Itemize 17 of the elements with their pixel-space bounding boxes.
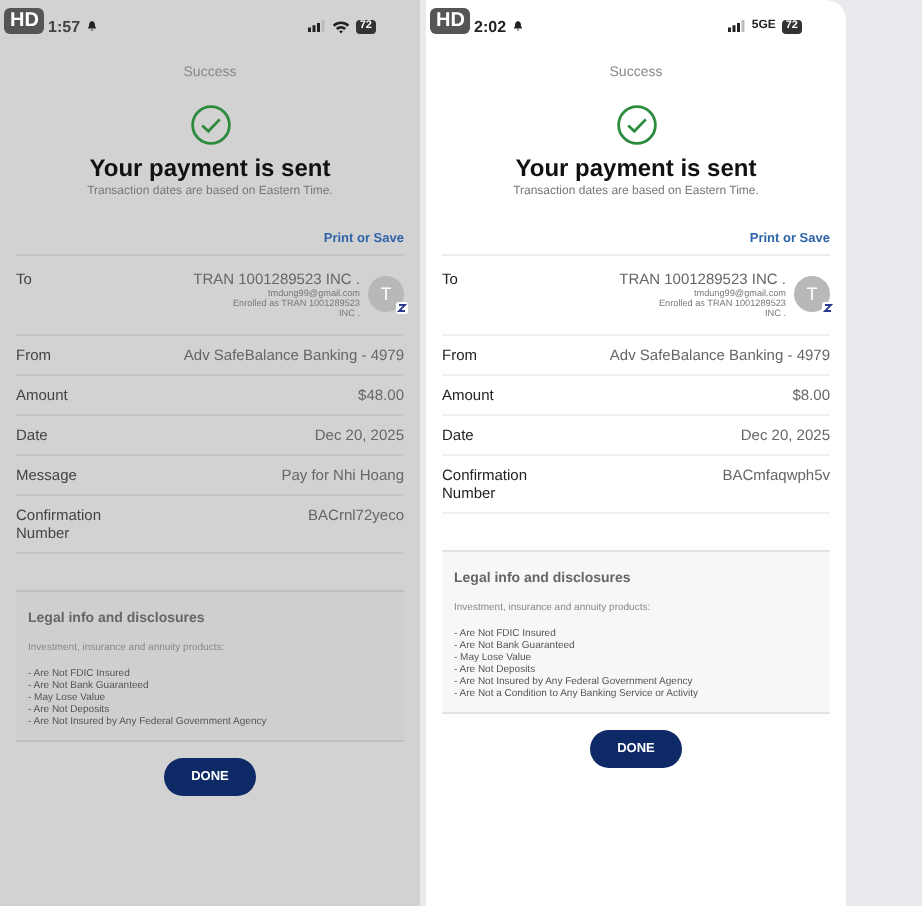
bell-icon [86,20,99,32]
wifi-icon [331,19,350,33]
confirmation-title: Your payment is sent [513,154,759,182]
checkmark-circle-icon [615,104,657,146]
recipient-avatar: T [794,276,830,312]
signal-icon [307,20,326,32]
signal-icon [727,20,746,32]
recipient-avatar: T [368,276,404,312]
status-time: 1:57 [48,17,81,35]
hd-badge: HD [4,8,45,34]
payment-badge-icon [396,302,408,314]
confirmation-title: Your payment is sent [87,154,333,182]
hd-badge: HD [430,8,471,34]
status-time: 2:02 [474,17,507,35]
payment-badge-icon [822,302,834,314]
checkmark-circle-icon [189,104,231,146]
bell-icon [512,20,525,32]
